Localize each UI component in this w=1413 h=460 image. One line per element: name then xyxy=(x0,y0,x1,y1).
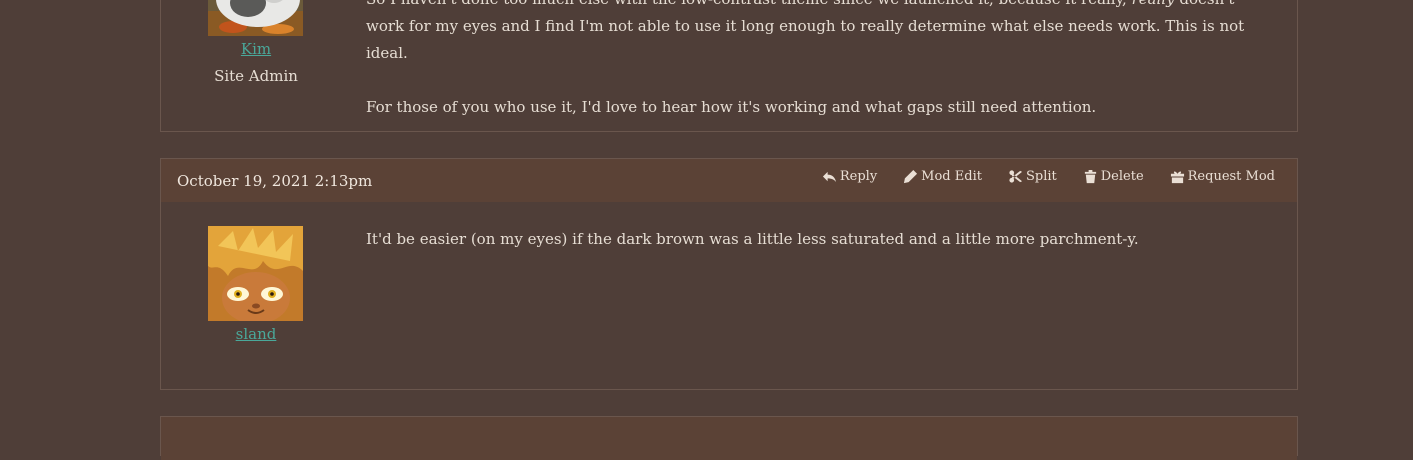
sland-avatar[interactable] xyxy=(208,226,303,321)
post-header: October 19, 2021 2:13pm Reply Mod Edit S… xyxy=(161,159,1297,202)
pencil-icon xyxy=(904,169,918,184)
kim-avatar[interactable] xyxy=(208,0,303,36)
emphasized-text: really xyxy=(1132,0,1175,8)
post-paragraph: For those of you who use it, I'd love to… xyxy=(366,98,1097,116)
author-name-link[interactable]: sland xyxy=(161,325,351,343)
post-paragraph: It'd be easier (on my eyes) if the dark … xyxy=(366,230,1139,248)
scissors-icon xyxy=(1009,170,1023,183)
request-mod-button[interactable]: Request Mod xyxy=(1170,169,1275,184)
split-label: Split xyxy=(1025,169,1057,184)
post-actions: Reply Mod Edit Split Delete Request Mod xyxy=(822,169,1275,184)
delete-button[interactable]: Delete xyxy=(1083,169,1144,184)
guinea-pig-avatar-icon xyxy=(208,0,303,36)
delete-label: Delete xyxy=(1100,169,1144,184)
gift-icon xyxy=(1170,171,1184,184)
post-body: So I haven't done too much else with the… xyxy=(366,0,1276,121)
forum-post: October 19, 2021 2:13pm Reply Mod Edit S… xyxy=(160,158,1298,390)
post-text: doesn't work for my eyes and I find I'm … xyxy=(366,0,1245,62)
request-mod-label: Request Mod xyxy=(1187,169,1275,184)
author-name-link[interactable]: Kim xyxy=(161,40,351,58)
post-date: October 19, 2021 2:13pm xyxy=(177,172,373,190)
cartoon-face-avatar-icon xyxy=(208,226,303,321)
mod-edit-button[interactable]: Mod Edit xyxy=(903,169,982,184)
reply-button[interactable]: Reply xyxy=(822,169,877,184)
mod-edit-label: Mod Edit xyxy=(921,169,982,184)
post-text: So I haven't done too much else with the… xyxy=(366,0,1132,8)
reply-icon xyxy=(822,171,836,183)
forum-post: Kim Site Admin So I haven't done too muc… xyxy=(160,0,1298,132)
reply-label: Reply xyxy=(839,169,878,184)
author-role: Site Admin xyxy=(214,67,298,85)
split-button[interactable]: Split xyxy=(1008,169,1057,184)
forum-post xyxy=(160,416,1298,460)
post-header xyxy=(161,417,1297,460)
post-body: It'd be easier (on my eyes) if the dark … xyxy=(366,226,1276,253)
trash-icon xyxy=(1084,169,1096,184)
post-paragraph: So I haven't done too much else with the… xyxy=(366,0,1276,67)
